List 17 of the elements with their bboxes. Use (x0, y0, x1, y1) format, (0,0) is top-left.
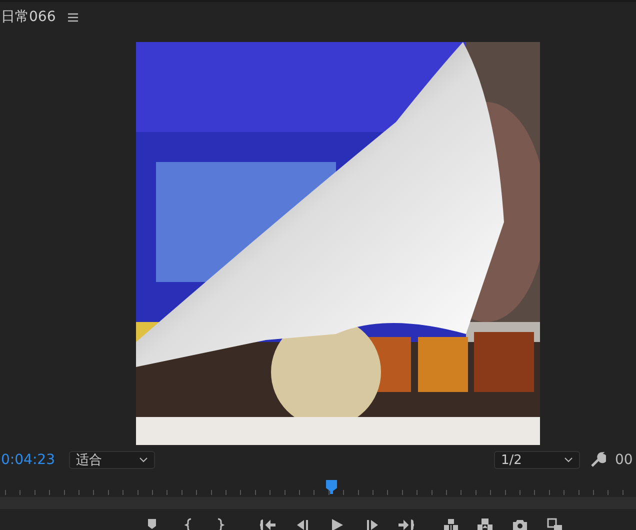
compare-button[interactable] (547, 518, 563, 530)
wrench-icon[interactable] (590, 452, 606, 468)
zoom-dropdown[interactable]: 适合 (69, 451, 155, 469)
go-out-button[interactable] (398, 518, 414, 530)
resolution-dropdown[interactable]: 1/2 (494, 451, 580, 469)
play-button[interactable] (329, 518, 345, 530)
lift-button[interactable] (443, 518, 459, 530)
panel-title: 日常066 (1, 8, 56, 26)
current-timecode[interactable]: 0:04:23 (1, 452, 67, 468)
caret-icon (564, 457, 573, 463)
extract-button[interactable] (477, 518, 493, 530)
playhead[interactable] (326, 480, 337, 494)
go-in-button[interactable] (260, 518, 276, 530)
caret-icon (139, 457, 148, 463)
menu-icon[interactable] (68, 12, 78, 22)
export-frame-button[interactable] (512, 518, 528, 530)
duration-timecode: 00 (615, 452, 633, 468)
